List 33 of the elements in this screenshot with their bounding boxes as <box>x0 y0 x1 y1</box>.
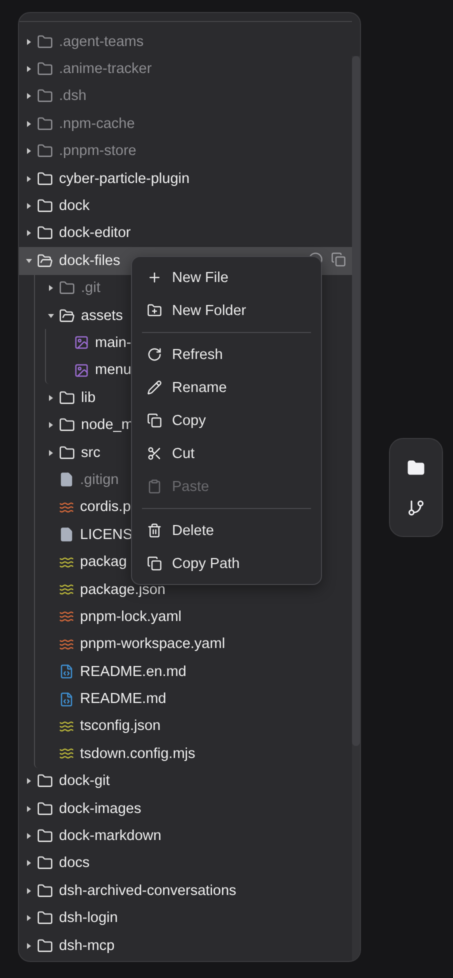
file-name: package.json <box>80 582 166 598</box>
file-name: .npm-cache <box>59 116 135 132</box>
file-name: lib <box>81 390 96 406</box>
file-name: dock-git <box>59 773 110 790</box>
file-name: dock <box>59 198 90 214</box>
file-name: pnpm-lock.yaml <box>80 608 182 625</box>
file-name: tsconfig.json <box>80 718 161 734</box>
file-name: main- <box>95 334 132 351</box>
file-name: pnpm-workspace.yaml <box>80 636 226 652</box>
file-name: dsh-login <box>59 910 118 926</box>
file-name: packag <box>80 554 127 570</box>
file-name: cyber-particle-plugin <box>59 170 190 187</box>
file-name: tsdown.config.mjs <box>80 746 196 762</box>
file-name: .gitign <box>80 472 119 488</box>
file-name: README.md <box>80 691 166 708</box>
file-name: dsh-mcp <box>59 938 115 954</box>
file-name: .dsh <box>59 88 86 104</box>
file-name: dock-editor <box>59 225 131 242</box>
file-name: .git <box>81 280 100 296</box>
file-name: docs <box>59 855 90 872</box>
file-name: README.en.md <box>80 664 186 680</box>
file-name: dock-markdown <box>59 828 162 844</box>
file-name: dsh-archived-conversations <box>59 882 236 899</box>
file-name: dock-images <box>59 800 142 817</box>
file-name: .agent-teams <box>59 34 144 50</box>
file-name: cordis.p <box>80 499 131 516</box>
file-name: dock-files <box>59 252 120 269</box>
file-name: LICENS <box>80 526 132 543</box>
file-name: src <box>81 444 100 461</box>
file-name: .pnpm-store <box>59 143 136 160</box>
file-name: menu <box>95 362 132 378</box>
file-name: .anime-tracker <box>59 61 152 78</box>
file-name: assets <box>81 308 123 324</box>
